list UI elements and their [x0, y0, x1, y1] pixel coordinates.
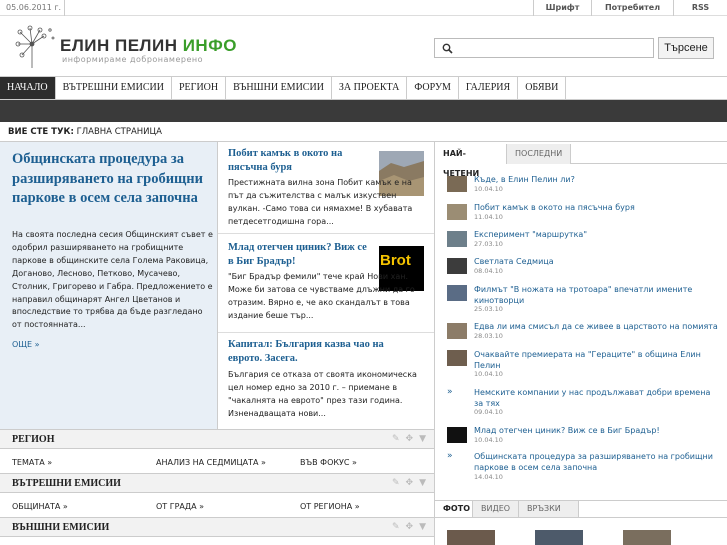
nav-region[interactable]: РЕГИОН [172, 77, 227, 99]
thumbnail-image [447, 176, 467, 192]
article-item: Побит камък в окото на пясъчна буря [228, 147, 374, 174]
list-item[interactable]: Къде, в Елин Пелин ли? 10.04.10 [447, 175, 719, 195]
section-link[interactable]: ТЕМАТА » [12, 458, 52, 467]
tab-photo[interactable]: ФОТО [435, 501, 473, 517]
tab-links[interactable]: ВРЪЗКИ [519, 501, 579, 517]
main-nav: НАЧАЛО ВЪТРЕШНИ ЕМИСИИ РЕГИОН ВЪНШНИ ЕМИ… [0, 76, 727, 100]
top-bar: 05.06.2011 г. Шрифт Потребител RSS [0, 0, 727, 16]
logo-title: ЕЛИН ПЕЛИН [60, 36, 183, 55]
chevron-down-icon[interactable]: ▼ [419, 434, 426, 444]
section-link[interactable]: АНАЛИЗ НА СЕДМИЦАТА » [156, 458, 266, 467]
featured-title[interactable]: Общинската процедура за разширяването на… [12, 150, 212, 209]
user-link[interactable]: Потребител [591, 0, 673, 16]
media-tabs: ФОТО ВИДЕО ВРЪЗКИ [435, 500, 727, 518]
section-link[interactable]: ОТ ГРАДА » [156, 502, 204, 511]
article-summary: "Биг Брадър фемили" тече край Нови хан. … [228, 272, 415, 320]
thumbnail-image [447, 285, 467, 301]
font-link[interactable]: Шрифт [533, 0, 591, 16]
rss-link[interactable]: RSS [673, 0, 727, 16]
section-link[interactable]: ОТ РЕГИОНА » [300, 502, 360, 511]
tab-latest[interactable]: ПОСЛЕДНИ [507, 144, 571, 164]
thumbnail-image [447, 323, 467, 339]
nav-gallery[interactable]: ГАЛЕРИЯ [459, 77, 519, 99]
section-links: ОБЩИНАТА » ОТ ГРАДА » ОТ РЕГИОНА » [0, 494, 434, 518]
section-title: РЕГИОН [12, 434, 55, 445]
list-item[interactable]: Побит камък в окото на пясъчна буря 11.04… [447, 203, 719, 223]
wrench-icon[interactable]: ✎ [392, 478, 400, 488]
chevron-down-icon[interactable]: ▼ [419, 478, 426, 488]
list-item[interactable]: Филмът "В ножата на тротоара" впечатли и… [447, 284, 719, 314]
article-title[interactable]: Побит камък в окото на пясъчна буря [228, 147, 374, 174]
dandelion-logo-icon [15, 25, 55, 68]
thumbnail-image [447, 350, 467, 366]
article-title[interactable]: Млад отегчен циник? Виж се в Биг Брадър! [228, 241, 374, 268]
list-item[interactable]: Млад отегчен циник? Виж се в Биг Брадър!… [447, 426, 719, 446]
section-title: ВЪНШНИ ЕМИСИИ [12, 522, 110, 533]
page: 05.06.2011 г. Шрифт Потребител RSS ЕЛИН … [0, 0, 727, 545]
section-header: РЕГИОН ✎ ✥ ▼ [0, 429, 434, 449]
arrow-icon: » [447, 451, 453, 461]
article-title[interactable]: Капитал: България казва чао на еврото. З… [228, 338, 418, 365]
logo-tagline: информираме добронамерено [62, 55, 204, 64]
nav-home[interactable]: НАЧАЛО [0, 77, 56, 99]
article-item: Млад отегчен циник? Виж се в Биг Брадър! [228, 241, 374, 268]
list-item[interactable]: Едва ли има смисъл да се живее в царство… [447, 322, 719, 342]
arrow-icon: » [447, 387, 453, 397]
list-item[interactable]: Експеримент "маршрутка" 27.03.10 [447, 230, 719, 250]
nav-external-feeds[interactable]: ВЪНШНИ ЕМИСИИ [226, 77, 332, 99]
top-links: Шрифт Потребител RSS [533, 0, 727, 16]
list-item[interactable]: Светлата Седмица 08.04.10 [447, 257, 719, 277]
wrench-icon[interactable]: ✎ [392, 522, 400, 532]
nav-about[interactable]: ЗА ПРОЕКТА [332, 77, 408, 99]
tab-video[interactable]: ВИДЕО [473, 501, 519, 517]
search-icon [442, 43, 453, 54]
article-item: Капитал: България казва чао на еврото. З… [228, 338, 418, 365]
search-input[interactable] [434, 38, 654, 58]
move-icon[interactable]: ✥ [406, 478, 414, 488]
popular-tabs: НАЙ-ЧЕТЕНИ ПОСЛЕДНИ [435, 144, 727, 178]
section-link[interactable]: ОБЩИНАТА » [12, 502, 68, 511]
list-item[interactable]: » Немските компании у нас продължават доб… [447, 387, 719, 417]
move-icon[interactable]: ✥ [406, 434, 414, 444]
thumbnail-image [447, 231, 467, 247]
featured-summary: На своята последна сесия Общинският съве… [12, 230, 213, 330]
section-title: ВЪТРЕШНИ ЕМИСИИ [12, 478, 121, 489]
section-header: ВЪНШНИ ЕМИСИИ ✎ ✥ ▼ [0, 517, 434, 537]
photo-thumbnail-image[interactable] [623, 530, 671, 545]
photo-thumbnail-image[interactable] [447, 530, 495, 545]
nav-forum[interactable]: ФОРУМ [407, 77, 459, 99]
thumbnail-brand-text: Brot [380, 252, 411, 269]
article-summary: Престижната вилна зона Побит камък е на … [228, 178, 413, 226]
move-icon[interactable]: ✥ [406, 522, 414, 532]
breadcrumb-current: ГЛАВНА СТРАНИЦА [76, 127, 162, 137]
section-links: ТЕМАТА » АНАЛИЗ НА СЕДМИЦАТА » ВЪВ ФОКУС… [0, 450, 434, 474]
sub-nav-bar [0, 100, 727, 122]
featured-article: Общинската процедура за разширяването на… [0, 142, 218, 432]
nav-internal-feeds[interactable]: ВЪТРЕШНИ ЕМИСИИ [56, 77, 172, 99]
breadcrumb: ВИЕ СТЕ ТУК: ГЛАВНА СТРАНИЦА [8, 127, 162, 137]
logo-title-accent: ИНФО [182, 36, 237, 55]
tab-most-read[interactable]: НАЙ-ЧЕТЕНИ [435, 144, 507, 178]
section-header: ВЪТРЕШНИ ЕМИСИИ ✎ ✥ ▼ [0, 473, 434, 493]
read-more-link[interactable]: ОЩЕ » [12, 340, 40, 349]
right-column: НАЙ-ЧЕТЕНИ ПОСЛЕДНИ Къде, в Елин Пелин л… [434, 142, 727, 545]
breadcrumb-label: ВИЕ СТЕ ТУК: [8, 127, 74, 137]
list-item[interactable]: » Общинската процедура за разширяването н… [447, 451, 719, 485]
list-item[interactable]: Очаквайте премиерата на "Гераците" в общ… [447, 349, 719, 379]
chevron-down-icon[interactable]: ▼ [419, 522, 426, 532]
site-logo[interactable]: ЕЛИН ПЕЛИН ИНФО информираме добронамерен… [10, 22, 236, 72]
article-summary: България се отказа от своята икономическ… [228, 370, 417, 418]
current-date: 05.06.2011 г. [6, 3, 62, 12]
thumbnail-image [447, 258, 467, 274]
thumbnail-image [447, 427, 467, 443]
thumbnail-image [447, 204, 467, 220]
photo-thumbnail-image[interactable] [535, 530, 583, 545]
section-link[interactable]: ВЪВ ФОКУС » [300, 458, 357, 467]
wrench-icon[interactable]: ✎ [392, 434, 400, 444]
search-button[interactable]: Търсене [658, 37, 714, 59]
nav-ads[interactable]: ОБЯВИ [518, 77, 567, 99]
